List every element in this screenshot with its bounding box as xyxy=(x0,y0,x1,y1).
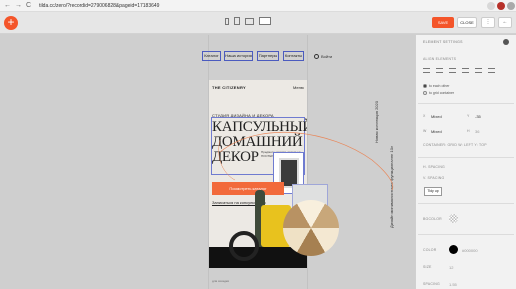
w-field[interactable]: Mixed xyxy=(431,129,442,134)
x-label: X xyxy=(423,114,426,118)
align-right-icon[interactable] xyxy=(449,68,456,73)
decor-arc-shape xyxy=(229,231,259,261)
desktop-icon[interactable] xyxy=(259,17,271,25)
profile-avatar[interactable] xyxy=(497,2,505,10)
nav-item-contacts[interactable]: Контакты xyxy=(283,51,304,61)
divider xyxy=(418,103,514,104)
tidy-up-button[interactable]: Tidy up xyxy=(424,187,442,196)
cube-pattern-circle[interactable] xyxy=(283,200,339,256)
radio-grid-container[interactable]: to grid container xyxy=(423,91,454,95)
align-middle-icon[interactable] xyxy=(475,68,482,73)
y-field[interactable]: -35 xyxy=(475,114,481,119)
w-label: W xyxy=(423,129,427,133)
address-bar: ← → C tilda.cc/zero/?recordid=279006828&… xyxy=(0,0,516,12)
nav-item-catalog[interactable]: Каталог xyxy=(202,51,221,61)
tablet-icon[interactable] xyxy=(245,17,254,25)
divider xyxy=(418,234,514,235)
h-spacing-label[interactable]: H. SPACING xyxy=(423,165,445,169)
vertical-design-text[interactable]: Дизайн минималистичен функционален 10л xyxy=(389,146,394,228)
size-label: SIZE xyxy=(423,265,432,269)
bgcolor-swatch[interactable] xyxy=(449,214,458,223)
align-label: ALIGN ELEMENTS xyxy=(423,57,457,61)
mobile-portrait-icon[interactable] xyxy=(225,17,229,25)
close-button[interactable]: CLOSE xyxy=(457,17,477,28)
radio-checked-icon xyxy=(423,84,427,88)
url-field[interactable]: tilda.cc/zero/?recordid=279006828&pageid… xyxy=(39,3,159,9)
headline-line-1[interactable]: КАПСУЛЬНЫЙ xyxy=(212,120,307,135)
mobile-landscape-icon[interactable] xyxy=(234,17,240,25)
brand-logo[interactable]: THE CITIZENRY xyxy=(212,85,246,90)
user-icon xyxy=(314,54,319,59)
align-center-icon[interactable] xyxy=(436,68,443,73)
save-button[interactable]: SAVE xyxy=(432,17,454,28)
browser-menu-icon[interactable] xyxy=(507,2,515,10)
extension-icon[interactable] xyxy=(487,2,495,10)
spacing-label: SPACING xyxy=(423,282,440,286)
align-bottom-icon[interactable] xyxy=(488,68,495,73)
align-buttons xyxy=(423,68,495,73)
radio-each-other[interactable]: to each other xyxy=(423,84,449,88)
more-button[interactable]: ⋮ xyxy=(481,17,495,28)
browser-window: ← → C tilda.cc/zero/?recordid=279006828&… xyxy=(0,0,516,289)
divider xyxy=(418,203,514,204)
y-label: Y xyxy=(467,114,470,118)
headline-line-3[interactable]: ДЕКОР xyxy=(212,150,259,165)
bgcolor-label: BGCOLOR xyxy=(423,217,442,221)
add-element-button[interactable]: + xyxy=(4,16,18,30)
catalog-cta-button[interactable]: Посмотреть каталог xyxy=(212,182,284,195)
forward-icon[interactable]: → xyxy=(15,2,22,9)
color-label: COLOR xyxy=(423,248,437,252)
nav-item-partners[interactable]: Партнеры xyxy=(257,51,279,61)
login-label: Войти xyxy=(321,54,333,59)
collapse-button[interactable]: ← xyxy=(498,17,512,28)
size-field[interactable]: 12 xyxy=(449,265,453,270)
radio-each-label: to each other xyxy=(429,84,450,88)
divider xyxy=(418,157,514,158)
editor-canvas[interactable] xyxy=(0,35,415,289)
h-field[interactable]: 36 xyxy=(475,129,479,134)
x-field[interactable]: Mixed xyxy=(431,114,442,119)
menu-link[interactable]: Меню xyxy=(293,85,304,90)
bottom-caption[interactable]: для соседки xyxy=(212,279,229,283)
color-swatch[interactable] xyxy=(449,245,458,254)
spacing-field[interactable]: 1.55 xyxy=(449,282,457,287)
container-note: CONTAINER: GRID W: LEFT Y: TOP xyxy=(423,143,487,147)
back-icon[interactable]: ← xyxy=(4,2,11,9)
nav-item-history[interactable]: Наша история xyxy=(224,51,253,61)
v-spacing-label[interactable]: V. SPACING xyxy=(423,176,444,180)
panel-title: ELEMENT SETTINGS xyxy=(423,40,463,44)
color-field[interactable]: #000000 xyxy=(462,248,478,253)
device-switcher xyxy=(225,17,271,25)
reload-icon[interactable]: C xyxy=(26,2,31,9)
radio-unchecked-icon xyxy=(423,91,427,95)
radio-grid-label: to grid container xyxy=(429,91,455,95)
align-top-icon[interactable] xyxy=(462,68,469,73)
panel-close-icon[interactable] xyxy=(503,39,509,45)
align-left-icon[interactable] xyxy=(423,68,430,73)
vertical-collection-text[interactable]: Новая коллекция 2020 xyxy=(374,101,379,143)
h-label: H xyxy=(467,129,470,133)
login-link[interactable]: Войти xyxy=(314,54,332,59)
headline-line-2[interactable]: ДОМАШНИЙ xyxy=(212,135,303,150)
